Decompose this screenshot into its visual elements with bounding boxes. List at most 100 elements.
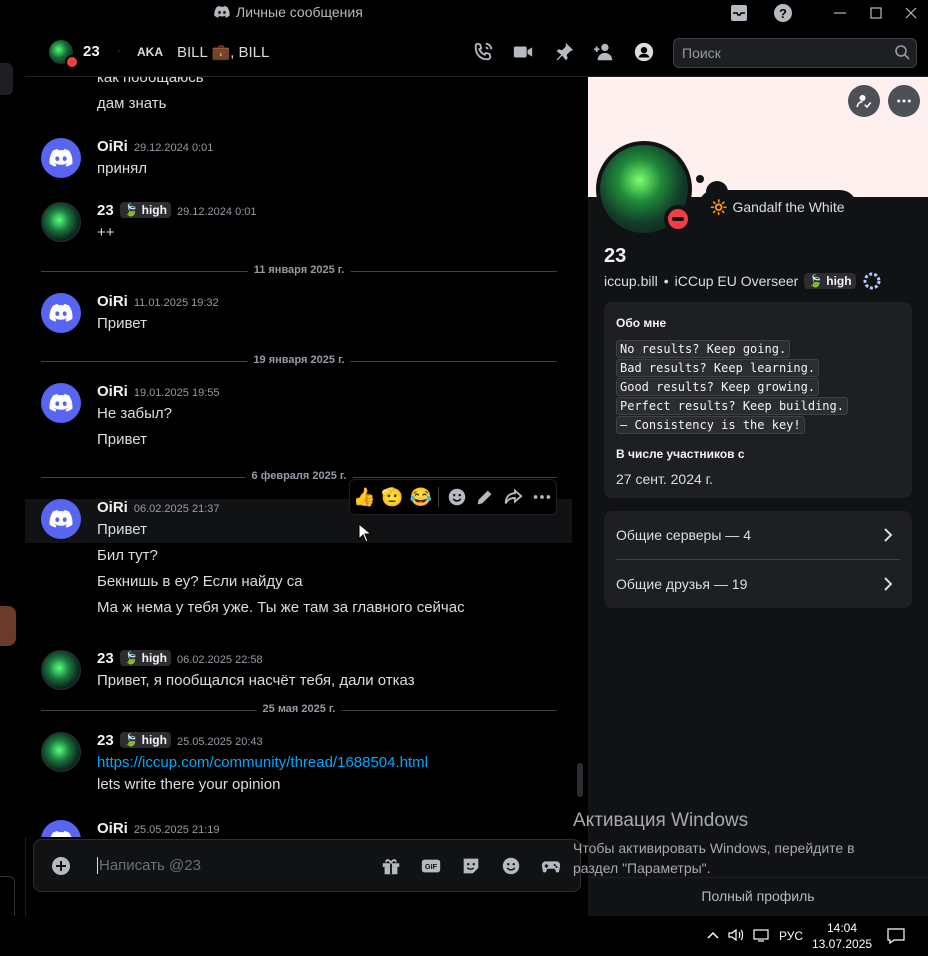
message-input[interactable]: Написать @23 bbox=[97, 857, 201, 874]
about-line: Bad results? Keep learning. bbox=[616, 359, 820, 377]
video-call-icon[interactable] bbox=[512, 41, 534, 63]
avatar[interactable] bbox=[41, 650, 81, 690]
left-search-stub[interactable] bbox=[0, 63, 13, 95]
message-author[interactable]: OiRi 11.01.2025 19:32 bbox=[97, 293, 219, 310]
help-icon[interactable]: ? bbox=[773, 3, 793, 23]
edit-icon[interactable] bbox=[474, 486, 496, 508]
message-composer[interactable]: Написать @23 GIF bbox=[33, 839, 581, 892]
mutual-card: Общие серверы — 4 Общие друзья — 19 bbox=[604, 511, 912, 608]
avatar[interactable] bbox=[41, 202, 81, 242]
message-author[interactable]: OiRi 25.05.2025 21:19 bbox=[97, 820, 219, 837]
avatar[interactable] bbox=[41, 732, 81, 772]
guild-tag[interactable]: 🍃 high bbox=[804, 273, 856, 289]
network-icon[interactable] bbox=[752, 927, 770, 943]
profile-avatar[interactable] bbox=[596, 141, 692, 237]
user-check-icon bbox=[856, 95, 872, 109]
user-profile-icon[interactable] bbox=[633, 41, 655, 63]
header-separator: · bbox=[117, 43, 121, 57]
chevron-up-icon[interactable] bbox=[706, 927, 720, 943]
message-list[interactable]: как пообщаюсь дам знать OiRi 29.12.2024 0… bbox=[25, 77, 587, 837]
volume-icon[interactable] bbox=[727, 927, 745, 943]
avatar[interactable] bbox=[41, 820, 81, 837]
avatar[interactable] bbox=[41, 293, 81, 333]
message-link[interactable]: https://iccup.com/community/thread/16885… bbox=[97, 754, 428, 771]
member-since-title: В числе участников с bbox=[616, 447, 745, 461]
reaction-salute[interactable]: 🫡 bbox=[381, 486, 403, 508]
reaction-joy[interactable]: 😂 bbox=[410, 486, 432, 508]
clock[interactable]: 14:04 13.07.2025 bbox=[812, 920, 872, 952]
custom-status: 🔆 Gandalf the White bbox=[698, 190, 857, 224]
more-icon bbox=[897, 99, 911, 103]
pin-icon[interactable] bbox=[553, 41, 575, 63]
activities-gamepad-icon[interactable] bbox=[540, 855, 562, 877]
forward-icon[interactable] bbox=[502, 486, 524, 508]
message-text: Бекнишь в еу? Если найду са bbox=[97, 573, 303, 590]
message-text: Бил тут? bbox=[97, 547, 158, 564]
keyboard-language[interactable]: РУС bbox=[779, 929, 803, 943]
message-author[interactable]: 23 🍃 high 06.02.2025 22:58 bbox=[97, 650, 263, 667]
svg-text:?: ? bbox=[779, 6, 787, 21]
message-timestamp: 25.05.2025 21:19 bbox=[133, 824, 220, 836]
gift-icon[interactable] bbox=[380, 855, 402, 877]
voice-call-icon[interactable] bbox=[472, 41, 494, 63]
message-author[interactable]: OiRi 29.12.2024 0:01 bbox=[97, 138, 213, 155]
mouse-cursor-icon bbox=[358, 523, 372, 543]
about-line: Good results? Keep growing. bbox=[616, 378, 820, 396]
header-username[interactable]: 23 bbox=[83, 43, 100, 60]
avatar[interactable] bbox=[41, 499, 81, 539]
message-text: Привет bbox=[97, 431, 148, 448]
reaction-thumbs-up[interactable]: 👍 bbox=[353, 486, 375, 508]
message-text: Привет bbox=[97, 521, 148, 538]
nicknames: BILL 💼, BILL bbox=[177, 44, 270, 61]
leaf-icon: 🍃 bbox=[123, 651, 139, 665]
chevron-right-icon[interactable] bbox=[880, 576, 896, 592]
gif-icon[interactable]: GIF bbox=[420, 855, 442, 877]
date-divider: 11 января 2025 г. bbox=[41, 264, 557, 276]
status-bubble-dot bbox=[696, 175, 704, 183]
emoji-icon[interactable] bbox=[500, 855, 522, 877]
inbox-icon[interactable] bbox=[729, 3, 749, 23]
mutual-friends[interactable]: Общие друзья — 19 bbox=[616, 576, 747, 592]
left-sidebar-edge bbox=[0, 26, 26, 933]
discord-logo-icon bbox=[214, 6, 230, 18]
user-profile-panel: 🔆 Gandalf the White 23 iccup.bill • iCCu… bbox=[588, 77, 928, 916]
date-divider: 25 мая 2025 г. bbox=[41, 703, 557, 715]
profile-guild: iCCup EU Overseer bbox=[674, 273, 799, 289]
profile-action-button[interactable] bbox=[848, 85, 880, 117]
message-author[interactable]: OiRi 19.01.2025 19:55 bbox=[97, 383, 219, 400]
message-timestamp: 25.05.2025 20:43 bbox=[176, 736, 263, 748]
minimize-icon[interactable] bbox=[830, 3, 850, 23]
custom-status-text: Gandalf the White bbox=[732, 199, 845, 215]
profile-handle[interactable]: iccup.bill bbox=[604, 273, 658, 289]
message-author[interactable]: OiRi 06.02.2025 21:37 bbox=[97, 499, 219, 516]
message-timestamp: 06.02.2025 21:37 bbox=[133, 503, 220, 515]
add-reaction-icon[interactable] bbox=[446, 486, 468, 508]
full-profile-button[interactable]: Полный профиль bbox=[588, 877, 928, 916]
upload-plus-icon[interactable] bbox=[51, 856, 71, 876]
nitro-badge-icon[interactable] bbox=[862, 271, 882, 291]
message-author[interactable]: 23 🍃 high 25.05.2025 20:43 bbox=[97, 732, 263, 749]
message-text: принял bbox=[97, 160, 148, 177]
mutual-servers[interactable]: Общие серверы — 4 bbox=[616, 527, 751, 543]
message-author[interactable]: 23 🍃 high 29.12.2024 0:01 bbox=[97, 202, 257, 219]
sticker-icon[interactable] bbox=[460, 855, 482, 877]
toolbar-divider bbox=[438, 487, 440, 507]
about-me-card: Обо мне No results? Keep going. Bad resu… bbox=[604, 302, 912, 498]
message-text: дам знать bbox=[97, 95, 167, 112]
discord-logo-icon bbox=[49, 394, 73, 412]
maximize-icon[interactable] bbox=[866, 3, 886, 23]
message-timestamp: 29.12.2024 0:01 bbox=[133, 142, 214, 154]
search-box[interactable]: Поиск bbox=[673, 38, 917, 68]
add-friends-icon[interactable] bbox=[593, 41, 615, 63]
avatar[interactable] bbox=[41, 138, 81, 178]
chevron-right-icon[interactable] bbox=[880, 527, 896, 543]
profile-more-button[interactable] bbox=[888, 85, 920, 117]
message-text: Не забыл? bbox=[97, 405, 173, 422]
scrollbar-thumb[interactable] bbox=[577, 763, 583, 797]
message-text: как пообщаюсь bbox=[97, 77, 204, 86]
notifications-icon[interactable] bbox=[886, 927, 906, 945]
more-icon[interactable] bbox=[531, 486, 553, 508]
close-icon[interactable] bbox=[901, 3, 921, 23]
leaf-icon: 🍃 bbox=[123, 203, 139, 217]
avatar[interactable] bbox=[41, 383, 81, 423]
